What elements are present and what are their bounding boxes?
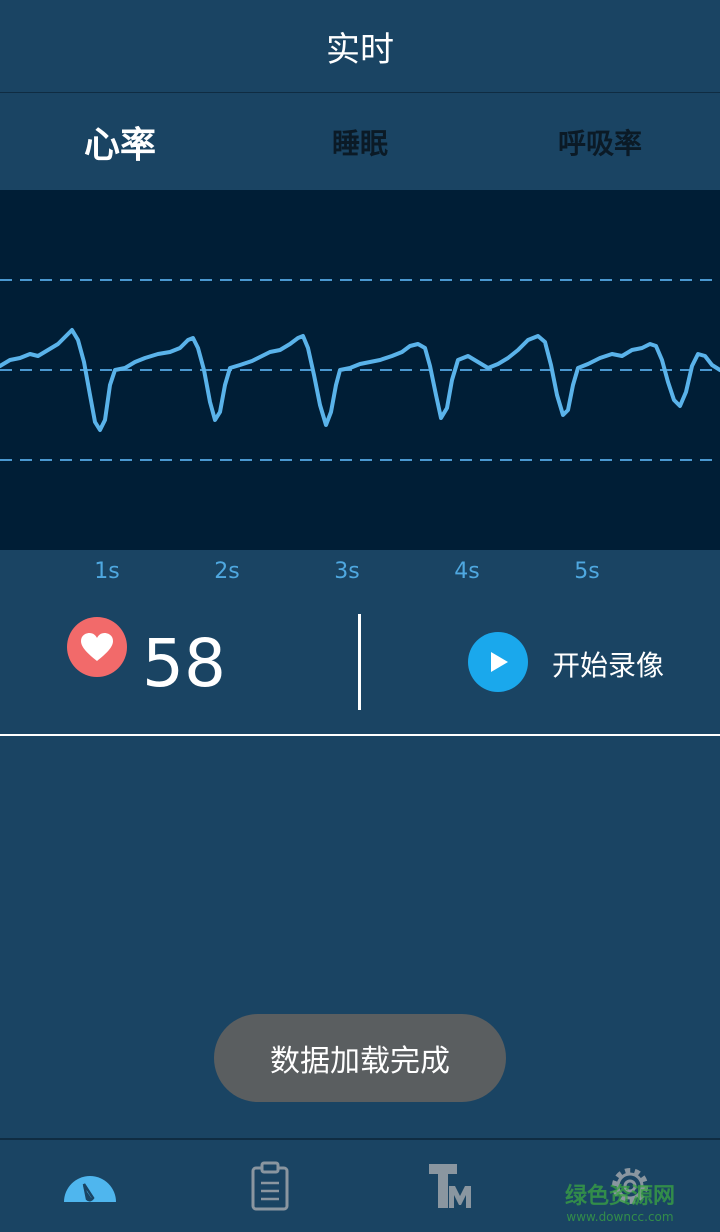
title-bar: 实时: [0, 0, 720, 93]
panel-divider: [358, 614, 361, 710]
nav-report[interactable]: [180, 1140, 360, 1232]
start-recording-button[interactable]: 开始录像: [552, 644, 664, 684]
tab-heart-rate[interactable]: 心率: [0, 116, 240, 168]
tab-bar: 心率 睡眠 呼吸率: [0, 93, 720, 190]
time-tick-2s: 2s: [214, 559, 240, 584]
tm-logo-icon: [429, 1164, 471, 1208]
time-tick-1s: 1s: [94, 559, 120, 584]
time-tick-4s: 4s: [454, 559, 480, 584]
ecg-trace: [0, 328, 720, 432]
watermark-url: www.downcc.com: [566, 1210, 674, 1224]
toast-message: 数据加载完成: [214, 1014, 506, 1102]
time-tick-5s: 5s: [574, 559, 600, 584]
gauge-icon: [64, 1176, 116, 1202]
time-axis: 1s 2s 3s 4s 5s: [0, 555, 720, 595]
heart-rate-panel: 58 开始录像: [0, 600, 720, 736]
nav-realtime[interactable]: [0, 1140, 180, 1232]
watermark-text: 绿色资源网: [564, 1184, 675, 1209]
tab-respiration[interactable]: 呼吸率: [480, 122, 720, 162]
tab-sleep[interactable]: 睡眠: [240, 122, 480, 162]
heart-rate-value: 58: [142, 625, 226, 702]
page-title: 实时: [326, 29, 394, 70]
clipboard-icon: [251, 1161, 289, 1211]
ecg-waveform-chart: [0, 190, 720, 550]
watermark: 绿色资源网 www.downcc.com: [540, 1178, 700, 1224]
time-tick-3s: 3s: [334, 559, 360, 584]
nav-tm[interactable]: [360, 1140, 540, 1232]
heart-icon: [67, 617, 127, 677]
play-icon[interactable]: [468, 632, 528, 692]
